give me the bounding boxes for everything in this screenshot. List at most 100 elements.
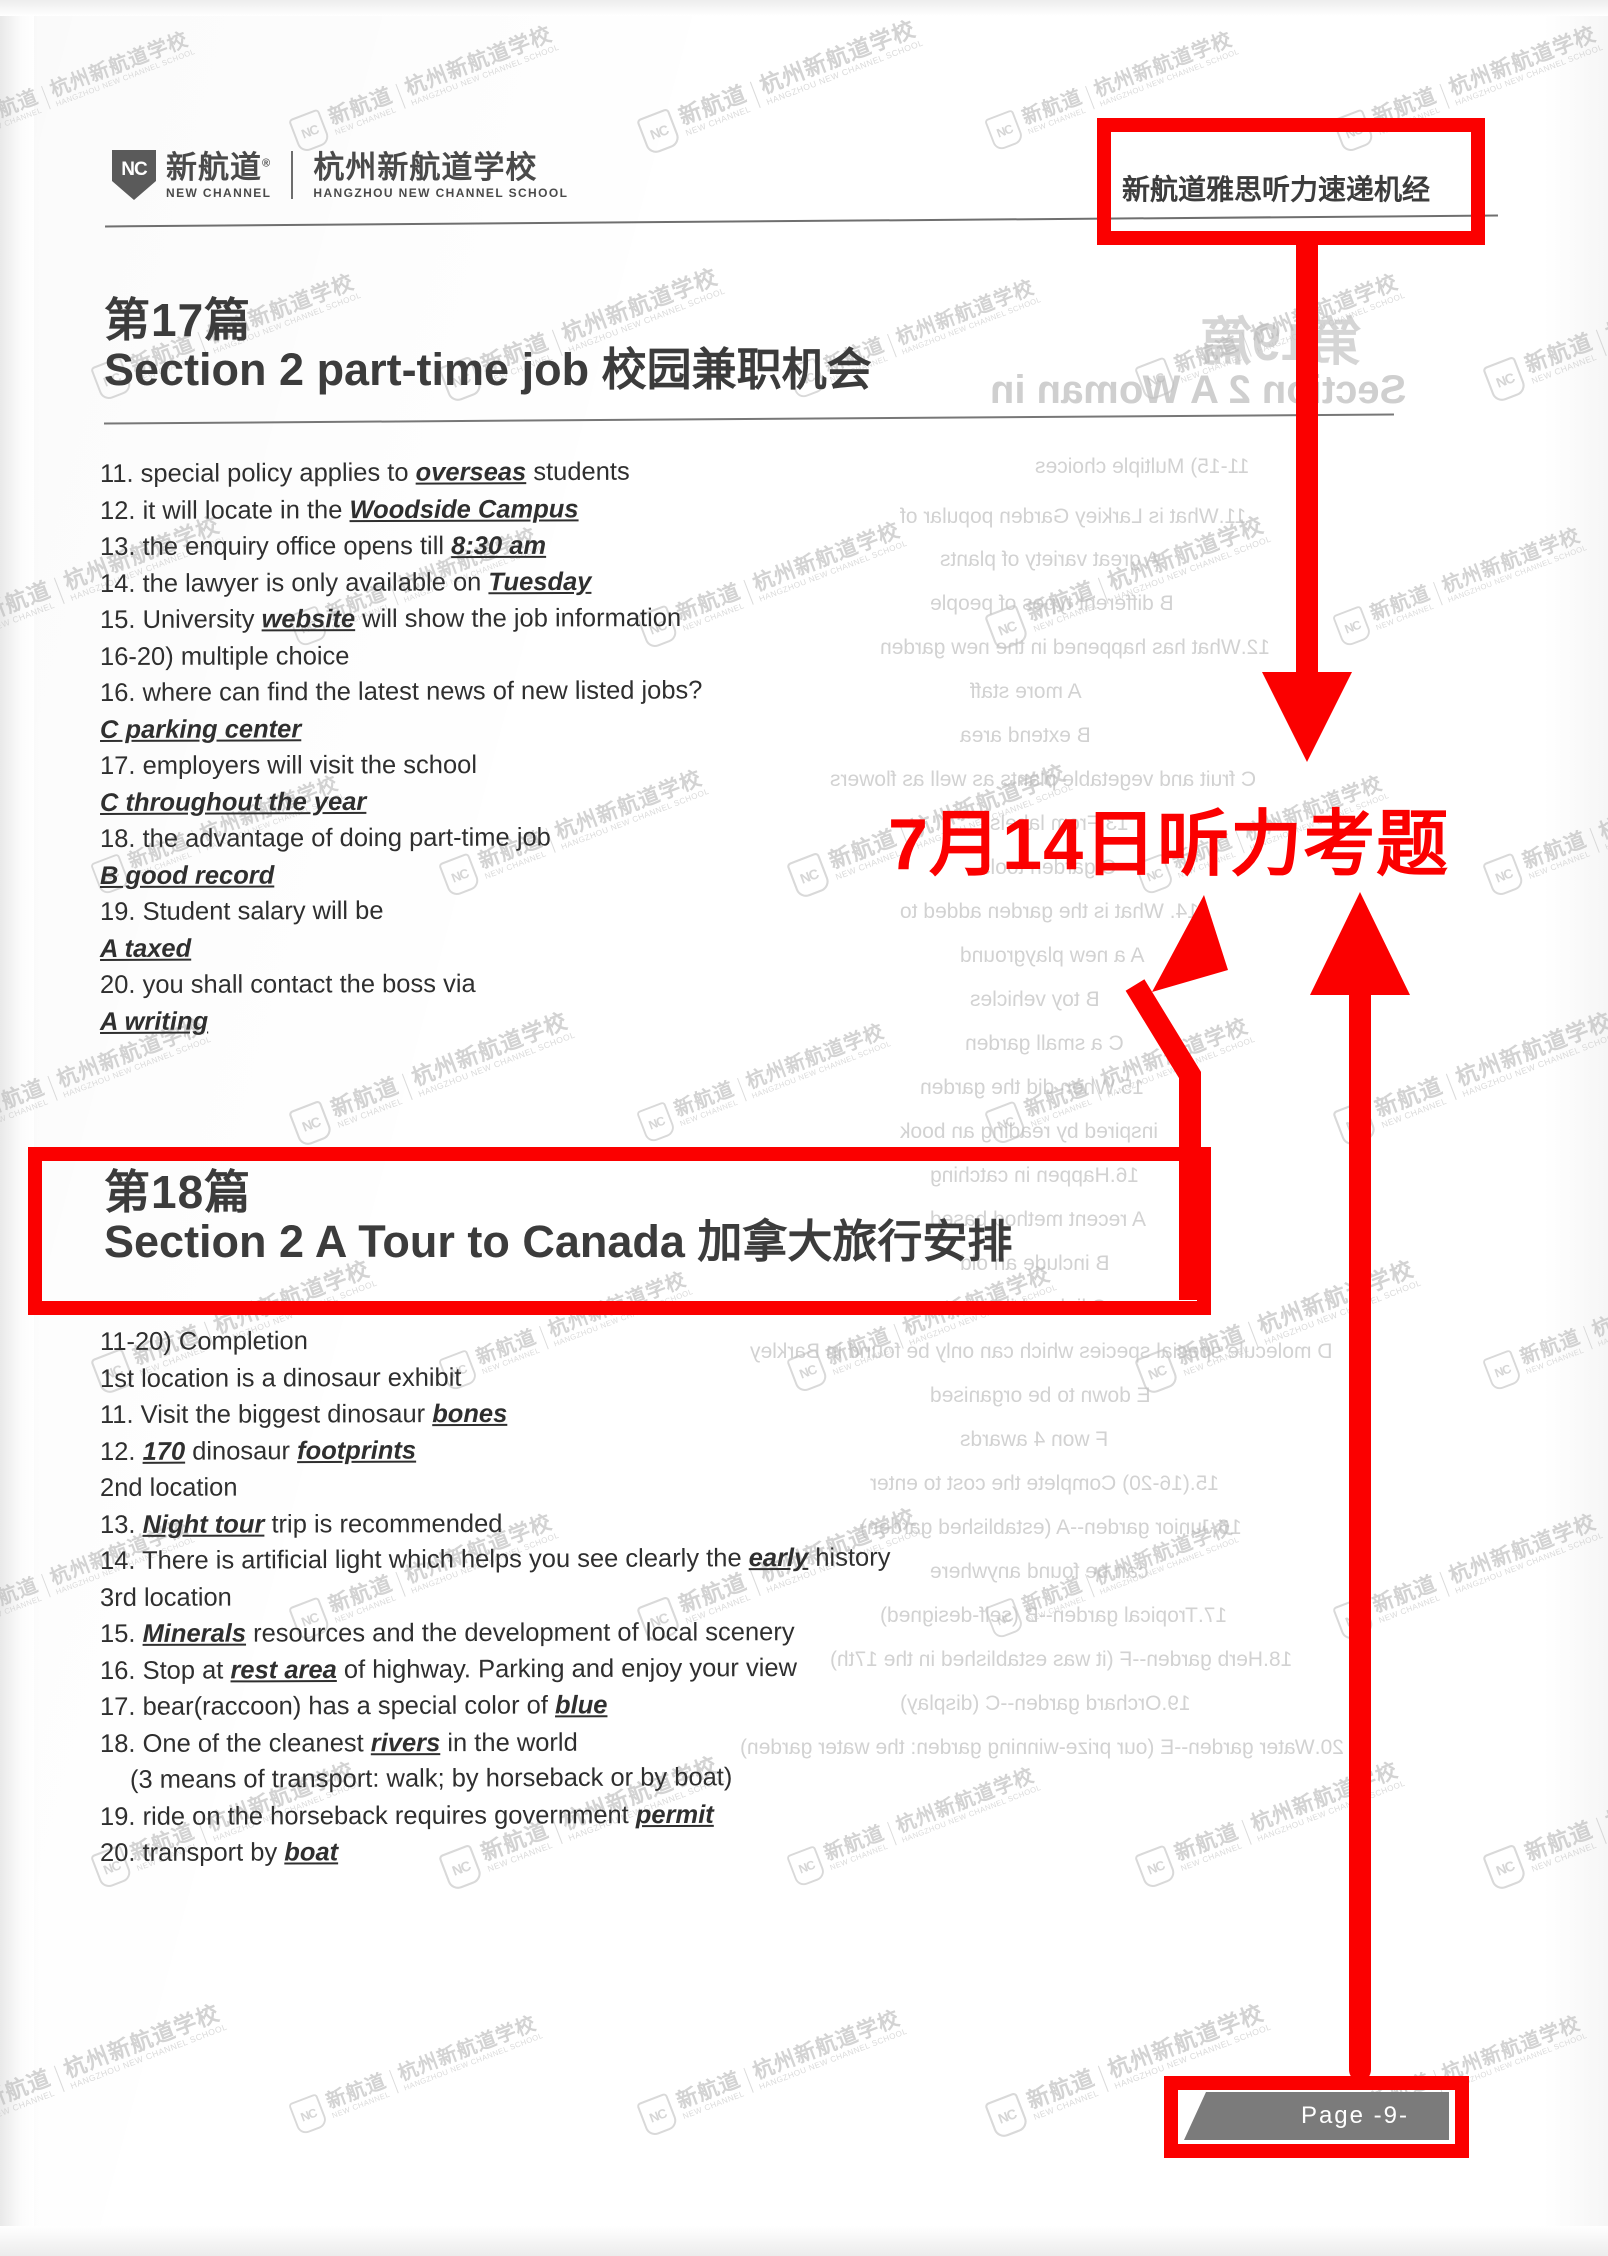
question-text: bear(raccoon) has a special color of: [142, 1691, 556, 1721]
brand-name-en: NEW CHANNEL: [166, 185, 272, 200]
bleed-through-text: 18.Herb garden--F (it was established in…: [830, 1648, 1293, 1671]
watermark-school-cn: 杭州新航道学校: [743, 1020, 888, 1094]
watermark-divider: [893, 1323, 904, 1349]
paper-edge-bottom: [0, 2226, 1608, 2256]
bleed-through-text: 15.When did the garden: [920, 1076, 1145, 1099]
header-running-title: 新航道雅思听力速递机经: [1122, 168, 1431, 208]
question-number: 16.: [99, 1656, 143, 1685]
question-text: 1st location is a dinosaur exhibit: [99, 1363, 462, 1393]
question-line: A writing: [100, 1007, 703, 1035]
answer-text: Tuesday: [488, 567, 592, 596]
watermark-divider: [1241, 331, 1252, 357]
question-text-tail: resources and the development of local s…: [245, 1618, 795, 1648]
question-line: 14. the lawyer is only available on Tues…: [100, 567, 703, 598]
watermark-school-cn: 杭州新航道学校: [1602, 1752, 1608, 1835]
watermark-brand-cn: 新航道: [1171, 331, 1242, 378]
watermark-school-cn: 杭州新航道学校: [47, 28, 192, 102]
watermark-brand-cn: 新航道: [673, 2067, 744, 2114]
watermark-brand-cn: 新航道: [1023, 577, 1099, 626]
watermark-brand-en: NEW CHANNEL: [1026, 1593, 1088, 1624]
answer-text: permit: [635, 1800, 714, 1829]
watermark-school-en: HANGZHOU NEW CHANNEL SCHOOL: [1113, 533, 1273, 603]
watermark-school-cn: 杭州新航道学校: [1445, 22, 1600, 100]
school-block: 杭州新航道学校 HANGZHOU NEW CHANNEL SCHOOL: [313, 152, 568, 199]
watermark-brand-cn: 新航道: [671, 1077, 738, 1121]
watermark-school-en: HANGZHOU NEW CHANNEL SCHOOL: [765, 37, 925, 107]
watermark-shield-icon: NC: [984, 1597, 1025, 1640]
answer-text: rivers: [370, 1728, 441, 1757]
question-number: 18.: [99, 824, 143, 853]
registered-mark-icon: ®: [262, 157, 272, 170]
question-text: the lawyer is only available on: [142, 567, 489, 598]
watermark-divider: [887, 333, 897, 358]
question-text: special policy applies to: [140, 458, 416, 488]
paper-edge-left: [0, 0, 34, 2256]
question-number: 17.: [99, 1692, 143, 1721]
question-line: 17. bear(raccoon) has a special color of…: [99, 1691, 891, 1721]
watermark-divider: [737, 1077, 747, 1102]
watermark-brand-cn: 新航道: [1023, 2065, 1099, 2114]
watermark-school-cn: 杭州新航道学校: [893, 276, 1038, 350]
question-text: 16-20) multiple choice: [99, 641, 350, 671]
bleed-through-text: A a new playground: [960, 944, 1145, 967]
watermark-logo: NC新航道NEW CHANNEL杭州新航道学校HANGZHOU NEW CHAN…: [1482, 1266, 1608, 1392]
question-line: 16-20) multiple choice: [99, 641, 703, 671]
watermark-divider: [1097, 577, 1109, 605]
nc-shield-icon: NC: [112, 150, 156, 200]
watermark-logo: NC新航道NEW CHANNEL杭州新航道学校HANGZHOU NEW CHAN…: [288, 2010, 545, 2136]
question-text-tail: of highway. Parking and enjoy your view: [336, 1653, 798, 1684]
watermark-brand-cn: 新航道: [325, 83, 396, 130]
question-text: Stop at: [142, 1655, 231, 1685]
watermark-school-en: HANGZHOU NEW CHANNEL SCHOOL: [1255, 1778, 1407, 1844]
bleed-through-text: B toy vehicles: [970, 988, 1100, 1011]
answer-text: 170: [142, 1437, 186, 1466]
watermark-brand-en: NEW CHANNEL: [681, 2088, 746, 2121]
watermark-shield-icon: NC: [1482, 355, 1528, 404]
question-line: 11. Visit the biggest dinosaur bones: [100, 1399, 891, 1429]
watermark-brand-cn: 新航道: [1521, 329, 1597, 378]
watermark-brand-cn: 新航道: [1371, 1073, 1447, 1122]
answer-text: A writing: [99, 1007, 209, 1036]
red-highlight-box-section-18: [28, 1147, 1211, 1315]
watermark-school-cn: 杭州新航道学校: [1452, 1008, 1608, 1091]
watermark-school-en: HANGZHOU NEW CHANNEL SCHOOL: [1446, 543, 1589, 605]
scanned-document-page: 第19篇 Section 2 A Woman in 11-15) Multiple …: [0, 0, 1608, 2256]
question-line: (3 means of transport: walk; by horsebac…: [100, 1763, 891, 1794]
question-number: 20.: [99, 970, 143, 999]
watermark-school-en: HANGZHOU NEW CHANNEL SCHOOL: [1105, 1034, 1257, 1100]
watermark-shield-icon: NC: [1134, 1844, 1178, 1890]
question-line: 20. you shall contact the boss via: [99, 970, 703, 999]
watermark-brand-en: NEW CHANNEL: [1179, 1840, 1244, 1873]
watermark-brand-cn: 新航道: [1521, 1817, 1597, 1866]
answer-text: overseas: [415, 458, 527, 487]
watermark-school-en: HANGZHOU NEW CHANNEL SCHOOL: [1098, 47, 1241, 109]
bleed-through-text: can be found anywhere: [930, 1560, 1149, 1583]
watermark-school-cn: 杭州新航道学校: [60, 2000, 224, 2083]
watermark-logo: NC新航道NEW CHANNEL杭州新航道学校HANGZHOU NEW CHAN…: [984, 1514, 1241, 1640]
answer-text: Woodside Campus: [349, 494, 579, 524]
question-number: 15.: [99, 605, 143, 634]
answer-text: footprints: [297, 1436, 417, 1465]
watermark-shield-icon: NC: [1134, 1347, 1180, 1396]
watermark-shield-icon: NC: [984, 603, 1030, 652]
watermark-school-cn: 杭州新航道学校: [401, 22, 556, 100]
watermark-school-cn: 杭州新航道学校: [1439, 524, 1584, 598]
watermark-school-cn: 杭州新航道学校: [1602, 264, 1608, 347]
watermark-school-cn: 杭州新航道学校: [749, 2006, 904, 2084]
watermark-school-cn: 杭州新航道学校: [1445, 1510, 1600, 1588]
watermark-divider: [1433, 581, 1443, 606]
watermark-divider: [1241, 1819, 1252, 1845]
watermark-school-en: HANGZHOU NEW CHANNEL SCHOOL: [1263, 1277, 1423, 1347]
answer-text: bones: [432, 1399, 508, 1429]
watermark-shield-icon: NC: [1482, 852, 1526, 898]
question-line: 18. the advantage of doing part-time job: [99, 823, 703, 853]
watermark-school-en: HANGZHOU NEW CHANNEL SCHOOL: [1596, 1287, 1608, 1349]
question-text: University: [142, 605, 262, 634]
bleed-through-text: A great variety of plants: [940, 548, 1160, 571]
question-text: There is artificial light which helps yo…: [142, 1544, 749, 1575]
watermark-brand-en: NEW CHANNEL: [684, 104, 753, 138]
watermark-school-cn: 杭州新航道学校: [395, 2012, 540, 2086]
answer-text: website: [261, 605, 356, 634]
watermark-divider: [743, 579, 754, 605]
watermark-logo: NC新航道NEW CHANNEL杭州新航道学校HANGZHOU NEW CHAN…: [1134, 1756, 1408, 1890]
